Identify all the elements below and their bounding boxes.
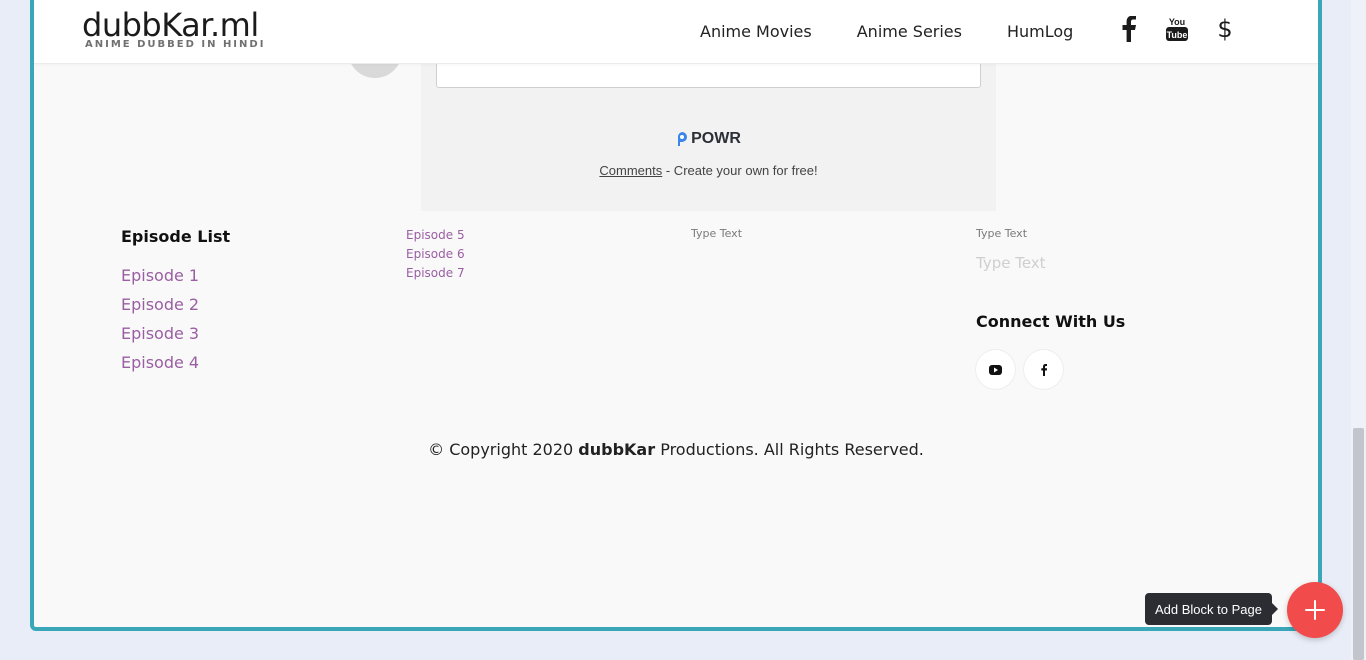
episode-link[interactable]: Episode 3 (121, 319, 199, 348)
episode-list-title: Episode List (121, 227, 231, 246)
nav-anime-series[interactable]: Anime Series (857, 22, 962, 41)
episode-list-col2: Episode 5 Episode 6 Episode 7 (406, 226, 465, 283)
dollar-symbol: $ (1217, 15, 1233, 43)
powr-brand[interactable]: POWR (421, 130, 996, 148)
scrollbar-thumb[interactable] (1353, 428, 1364, 660)
add-block-tooltip: Add Block to Page (1145, 593, 1278, 625)
copyright-brand: dubbKar (578, 440, 656, 459)
connect-title: Connect With Us (976, 312, 1126, 331)
logo-title: dubbKar.ml (82, 6, 259, 44)
copyright-text: © Copyright 2020 dubbKar Productions. Al… (34, 440, 1318, 459)
page-preview-frame: dubbKar.ml ANIME DUBBED IN HINDI Anime M… (30, 0, 1322, 631)
copyright-pre: © Copyright 2020 (428, 440, 579, 459)
connect-icons (976, 350, 1063, 389)
header-social: You Tube $ (1114, 14, 1240, 44)
episode-link[interactable]: Episode 7 (406, 264, 465, 283)
placeholder-text-col3[interactable]: Type Text (691, 227, 742, 240)
powr-brand-label: POWR (691, 130, 741, 147)
main-nav: Anime Movies Anime Series HumLog (700, 22, 1073, 41)
episode-link[interactable]: Episode 1 (121, 261, 199, 290)
powr-logo-icon (678, 132, 688, 146)
plus-icon (1305, 600, 1325, 620)
powr-tagline-text: - Create your own for free! (662, 163, 818, 178)
powr-comments-link[interactable]: Comments (599, 163, 662, 178)
episode-link[interactable]: Episode 2 (121, 290, 199, 319)
episode-list-col1: Episode 1 Episode 2 Episode 3 Episode 4 (121, 261, 199, 377)
dollar-icon[interactable]: $ (1210, 14, 1240, 44)
placeholder-text-large[interactable]: Type Text (976, 254, 1046, 272)
episode-link[interactable]: Episode 4 (121, 348, 199, 377)
youtube-icon-you: You (1169, 17, 1185, 27)
episode-link[interactable]: Episode 6 (406, 245, 465, 264)
powr-comments-widget: Kuch Kehna Hai? POWR Comments - Create y… (421, 48, 996, 211)
episode-link[interactable]: Episode 5 (406, 226, 465, 245)
youtube-icon-tube: Tube (1167, 30, 1188, 40)
site-logo[interactable]: dubbKar.ml ANIME DUBBED IN HINDI (82, 8, 265, 51)
nav-anime-movies[interactable]: Anime Movies (700, 22, 812, 41)
facebook-icon[interactable] (1114, 14, 1144, 44)
powr-tagline: Comments - Create your own for free! (421, 163, 996, 178)
facebook-icon[interactable] (1024, 350, 1063, 389)
logo-tagline: ANIME DUBBED IN HINDI (85, 39, 266, 50)
placeholder-text-col4[interactable]: Type Text (976, 227, 1027, 240)
nav-humlog[interactable]: HumLog (1007, 22, 1073, 41)
youtube-icon[interactable]: You Tube (1162, 14, 1192, 44)
copyright-post: Productions. All Rights Reserved. (655, 440, 924, 459)
site-header: dubbKar.ml ANIME DUBBED IN HINDI Anime M… (34, 0, 1318, 64)
youtube-icon[interactable] (976, 350, 1015, 389)
page-scrollbar[interactable] (1351, 0, 1366, 660)
add-block-button[interactable] (1287, 582, 1343, 638)
